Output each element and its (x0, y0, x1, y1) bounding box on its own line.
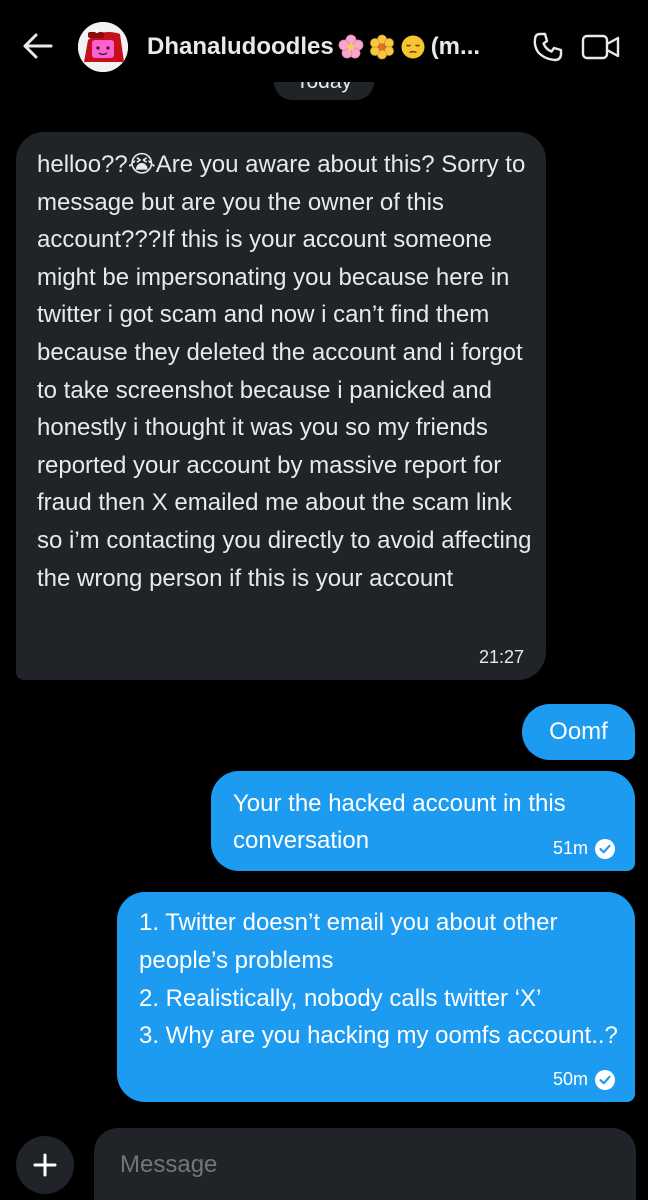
outgoing-message[interactable]: Oomf (522, 704, 635, 760)
arrow-left-icon (23, 33, 53, 59)
incoming-message[interactable]: helloo??😭Are you aware about this? Sorry… (16, 132, 546, 680)
message-text: 1. Twitter doesn’t email you about other… (139, 904, 624, 1055)
contact-name-suffix: (m... (430, 33, 481, 60)
pensive-face-icon (400, 34, 427, 61)
avatar-image (78, 22, 128, 72)
outgoing-message[interactable]: Your the hacked account in this conversa… (211, 771, 635, 871)
message-line: 2. Realistically, nobody calls twitter ‘… (139, 984, 542, 1012)
check-circle-icon (595, 1069, 615, 1090)
video-call-button[interactable] (578, 28, 624, 66)
message-meta: 51m (553, 838, 615, 859)
message-time: 21:27 (478, 647, 524, 667)
message-composer (94, 1128, 636, 1200)
contact-avatar[interactable] (78, 22, 128, 72)
message-time: 51m (552, 838, 588, 858)
video-camera-icon (581, 34, 620, 60)
message-line: 3. Why are you hacking my oomfs account.… (139, 1022, 618, 1050)
phone-icon (533, 32, 563, 62)
cherry-blossom-icon (338, 34, 365, 61)
message-time: 50m (552, 1069, 588, 1089)
check-circle-icon (595, 838, 615, 859)
message-meta: 50m (553, 1069, 615, 1090)
conversation-header: Dhanaludoodles (m... (0, 0, 648, 92)
add-attachment-button[interactable] (16, 1136, 74, 1194)
message-text: Oomf (549, 718, 608, 745)
message-line: 1. Twitter doesn’t email you about other… (139, 909, 558, 974)
blossom-icon (369, 34, 396, 61)
contact-name[interactable]: Dhanaludoodles (m... (147, 30, 507, 64)
message-input[interactable] (118, 1144, 612, 1186)
message-text: helloo??😭Are you aware about this? Sorry… (37, 151, 532, 592)
plus-icon (33, 1153, 57, 1177)
outgoing-message[interactable]: 1. Twitter doesn’t email you about other… (117, 892, 635, 1102)
back-button[interactable] (18, 26, 58, 66)
call-button[interactable] (528, 28, 568, 66)
contact-name-text: Dhanaludoodles (147, 33, 334, 60)
